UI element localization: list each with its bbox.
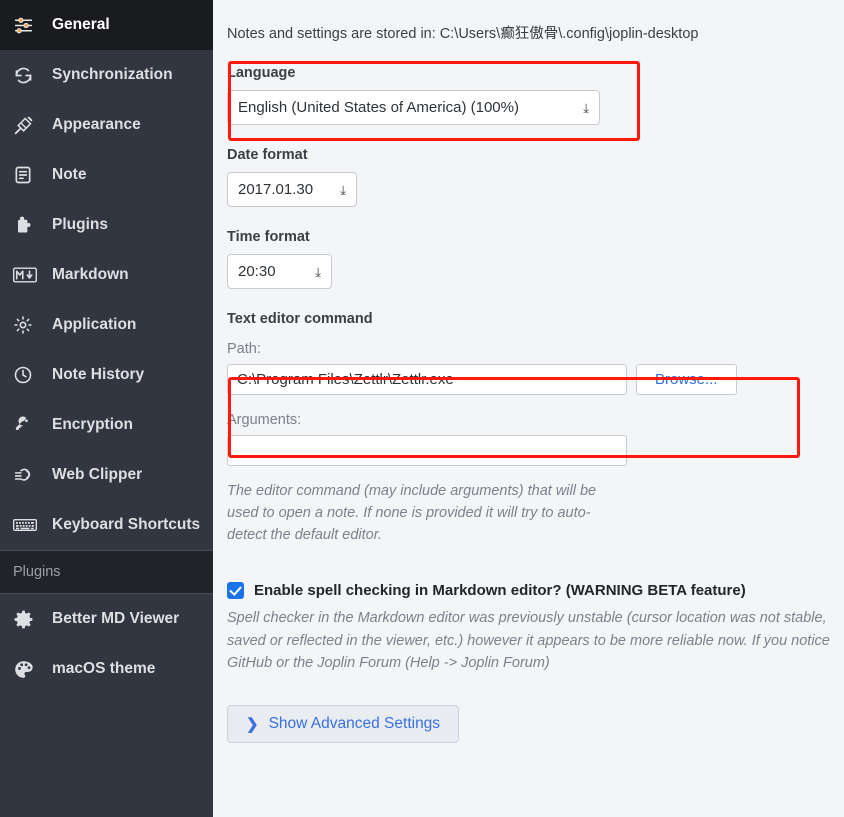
spell-check-row[interactable]: Enable spell checking in Markdown editor… bbox=[227, 582, 844, 600]
sidebar-item-label: Web Clipper bbox=[52, 466, 143, 484]
language-select-wrapper: English (United States of America) (100%… bbox=[227, 90, 600, 125]
gear-icon bbox=[13, 315, 41, 335]
storage-location-notice: Notes and settings are stored in: C:\Use… bbox=[227, 26, 699, 42]
settings-window: General Synchronization Appearance Note … bbox=[0, 0, 844, 817]
sidebar-item-label: Plugins bbox=[52, 216, 108, 234]
note-icon bbox=[13, 165, 41, 185]
help-line: Spell checker in the Markdown editor was… bbox=[227, 610, 827, 627]
settings-content-panel: Notes and settings are stored in: C:\Use… bbox=[213, 0, 844, 817]
help-line: saved or reflected in the viewer, etc.) … bbox=[227, 632, 830, 649]
time-format-select-wrapper: 20:30 ⤓ bbox=[227, 254, 332, 289]
help-line: The editor command (may include argument… bbox=[227, 483, 597, 499]
sidebar-item-note[interactable]: Note bbox=[0, 150, 213, 200]
sidebar-item-keyboard-shortcuts[interactable]: Keyboard Shortcuts bbox=[0, 500, 213, 550]
sidebar-item-label: Application bbox=[52, 316, 137, 334]
sidebar-item-web-clipper[interactable]: Web Clipper bbox=[0, 450, 213, 500]
sidebar-item-label: Keyboard Shortcuts bbox=[52, 516, 201, 534]
sidebar-section-label: Plugins bbox=[13, 564, 61, 580]
help-line: detect the default editor. bbox=[227, 527, 383, 544]
text-editor-command-group: Text editor command Path: Browse... Argu… bbox=[227, 311, 844, 546]
date-format-select[interactable]: 2017.01.30 bbox=[227, 172, 357, 207]
sidebar-item-markdown[interactable]: Markdown bbox=[0, 250, 213, 300]
sidebar-item-better-md-viewer[interactable]: Better MD Viewer bbox=[0, 594, 213, 644]
sidebar-item-macos-theme[interactable]: macOS theme bbox=[0, 644, 213, 694]
sidebar-item-label: Markdown bbox=[52, 266, 129, 284]
spell-check-label: Enable spell checking in Markdown editor… bbox=[254, 582, 746, 600]
sidebar-item-label: Appearance bbox=[52, 116, 141, 134]
time-format-label: Time format bbox=[227, 229, 310, 245]
text-editor-command-label: Text editor command bbox=[227, 311, 373, 327]
spell-check-help: Spell checker in the Markdown editor was… bbox=[227, 607, 844, 674]
path-input[interactable] bbox=[227, 364, 627, 395]
sidebar-item-label: General bbox=[52, 16, 110, 34]
chevron-right-icon: ❯ bbox=[246, 715, 259, 733]
puzzle-icon bbox=[13, 215, 41, 235]
sync-icon bbox=[13, 65, 41, 86]
sidebar-item-note-history[interactable]: Note History bbox=[0, 350, 213, 400]
key-icon bbox=[13, 415, 41, 435]
keyboard-icon bbox=[13, 517, 41, 533]
date-format-field-group: Date format 2017.01.30 ⤓ bbox=[227, 147, 844, 207]
sidebar-section-header-plugins: Plugins bbox=[0, 550, 213, 594]
language-field-group: Language English (United States of Ameri… bbox=[227, 65, 844, 125]
gear-icon bbox=[13, 609, 41, 630]
sidebar-item-label: Better MD Viewer bbox=[52, 610, 180, 628]
path-label: Path: bbox=[227, 341, 261, 357]
sidebar-item-plugins[interactable]: Plugins bbox=[0, 200, 213, 250]
sidebar-item-general[interactable]: General bbox=[0, 0, 213, 50]
browse-button[interactable]: Browse... bbox=[636, 364, 737, 395]
settings-sidebar: General Synchronization Appearance Note … bbox=[0, 0, 213, 817]
language-select[interactable]: English (United States of America) (100%… bbox=[227, 90, 600, 125]
arguments-label: Arguments: bbox=[227, 412, 302, 428]
brush-icon bbox=[13, 115, 41, 136]
sliders-icon bbox=[13, 15, 41, 36]
language-label: Language bbox=[227, 65, 296, 81]
sidebar-item-label: macOS theme bbox=[52, 660, 156, 678]
show-advanced-settings-button[interactable]: ❯ Show Advanced Settings bbox=[227, 704, 460, 743]
date-format-select-wrapper: 2017.01.30 ⤓ bbox=[227, 172, 357, 207]
help-line: used to open a note. If none is provided… bbox=[227, 505, 591, 522]
sidebar-item-application[interactable]: Application bbox=[0, 300, 213, 350]
time-format-select[interactable]: 20:30 bbox=[227, 254, 332, 289]
sidebar-item-synchronization[interactable]: Synchronization bbox=[0, 50, 213, 100]
sidebar-item-appearance[interactable]: Appearance bbox=[0, 100, 213, 150]
palette-icon bbox=[13, 659, 41, 680]
sidebar-item-label: Note bbox=[52, 166, 87, 184]
show-advanced-settings-label: Show Advanced Settings bbox=[268, 714, 441, 732]
markdown-icon bbox=[13, 267, 41, 283]
sidebar-item-label: Synchronization bbox=[52, 66, 173, 84]
sidebar-item-label: Note History bbox=[52, 366, 145, 384]
sidebar-item-label: Encryption bbox=[52, 416, 133, 434]
clock-icon bbox=[13, 365, 41, 385]
arguments-input[interactable] bbox=[227, 435, 627, 466]
sidebar-item-encryption[interactable]: Encryption bbox=[0, 400, 213, 450]
clipper-icon bbox=[13, 465, 41, 486]
path-input-row: Browse... bbox=[227, 364, 844, 395]
help-line: GitHub or the Joplin Forum (Help -> Jopl… bbox=[227, 655, 550, 672]
date-format-label: Date format bbox=[227, 147, 308, 163]
spell-check-checkbox[interactable] bbox=[227, 582, 244, 600]
text-editor-command-help: The editor command (may include argument… bbox=[227, 480, 607, 546]
time-format-field-group: Time format 20:30 ⤓ bbox=[227, 229, 844, 289]
